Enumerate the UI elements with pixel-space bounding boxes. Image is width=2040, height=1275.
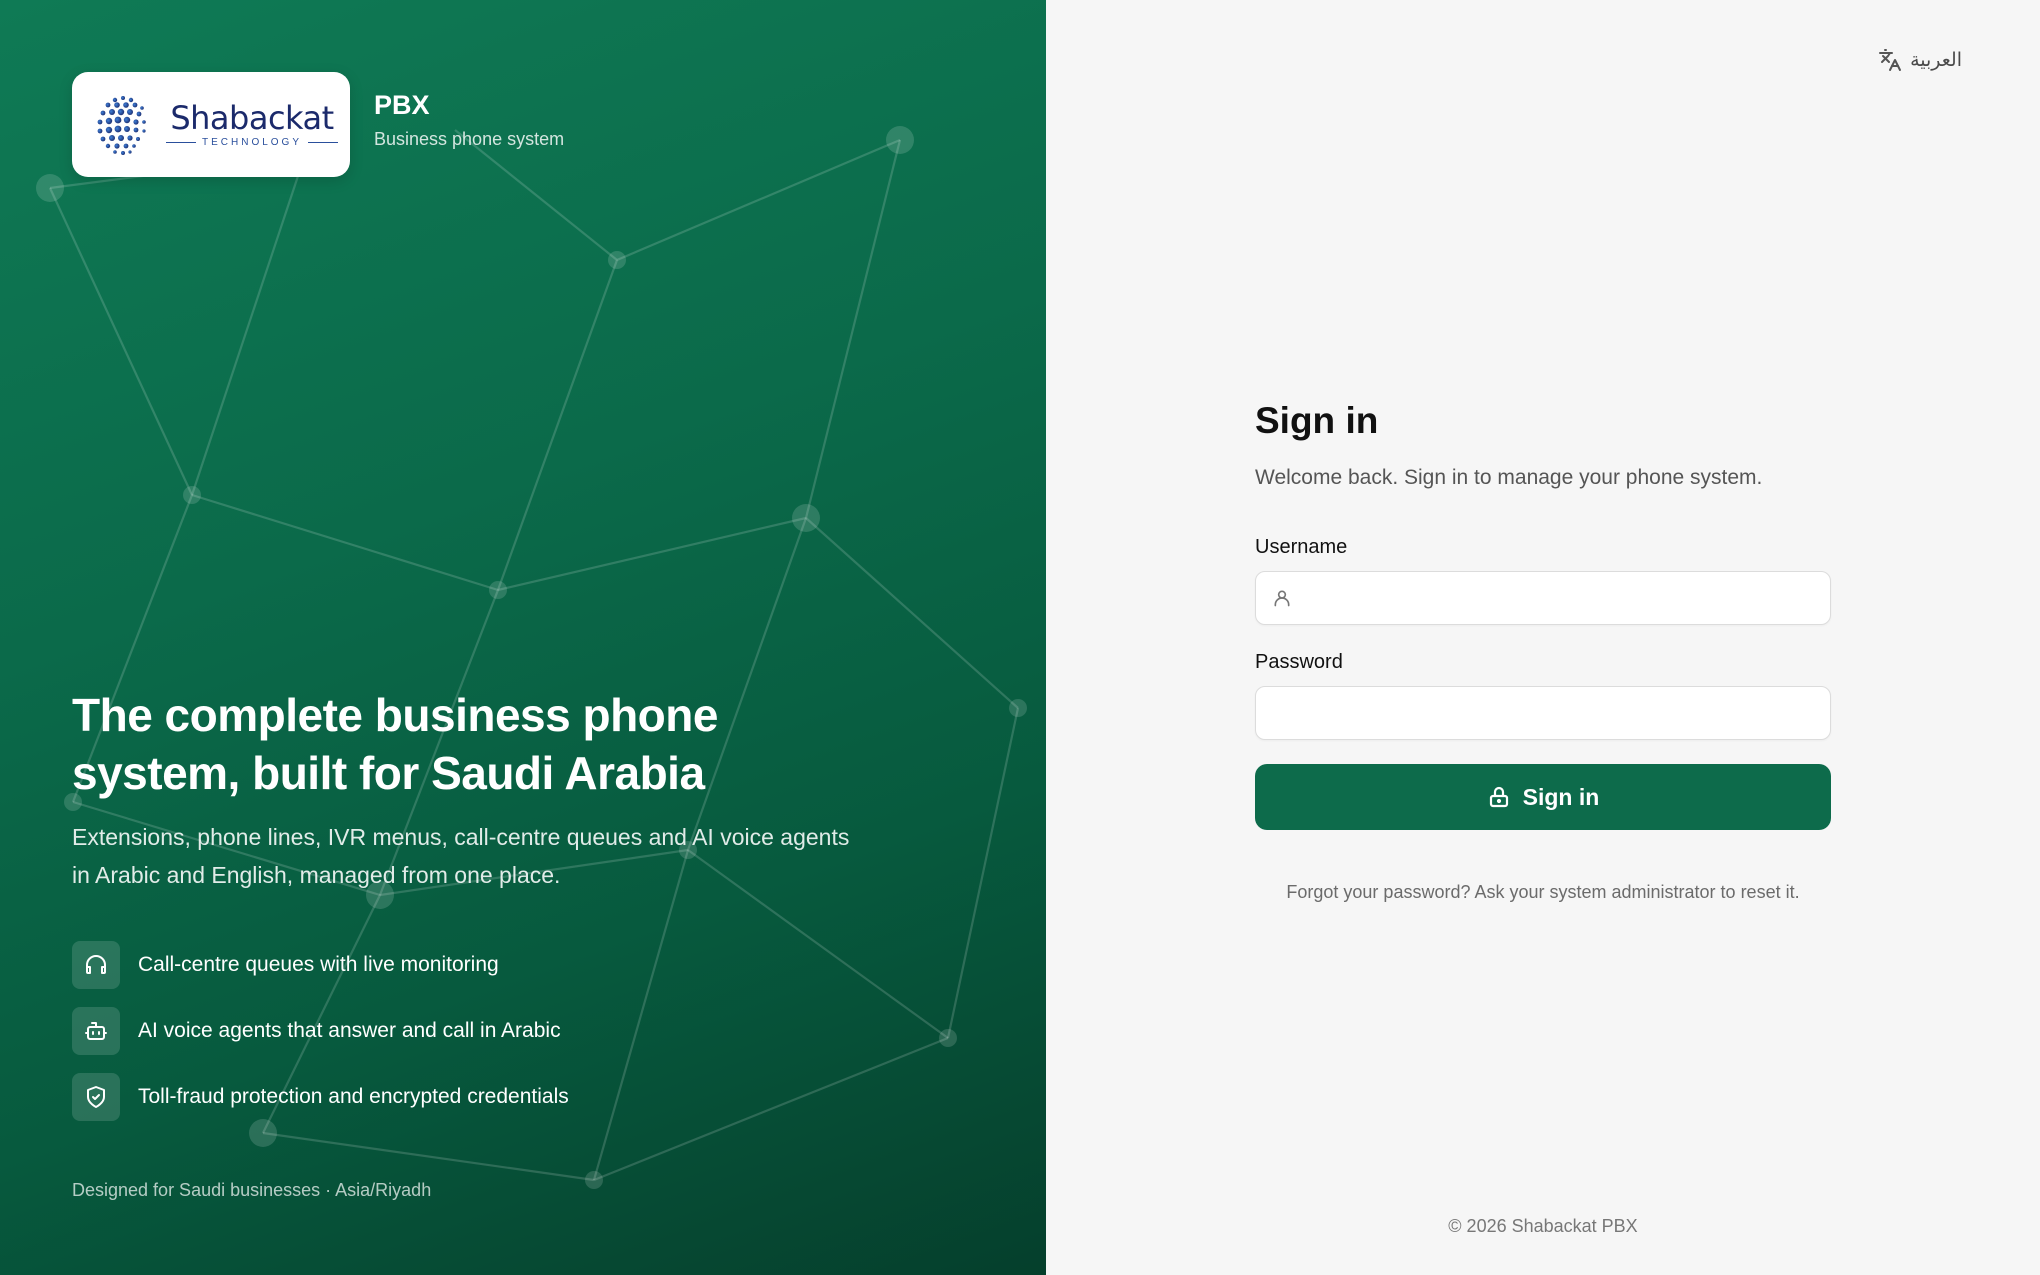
password-label: Password: [1255, 651, 1343, 673]
username-field: [1255, 571, 1831, 625]
logo-name: Shabackat: [170, 99, 334, 137]
password-input[interactable]: [1256, 687, 1830, 739]
sign-in-label: Sign in: [1522, 783, 1600, 810]
sign-in-button[interactable]: Sign in: [1255, 764, 1831, 830]
shield-check-icon: [72, 1073, 120, 1121]
hero-footer: Designed for Saudi businesses · Asia/Riy…: [72, 1180, 432, 1200]
hero-headline: The complete business phone system, buil…: [72, 689, 718, 799]
feature-label: Call-centre queues with live monitoring: [138, 953, 499, 976]
lock-icon: [1489, 786, 1508, 808]
language-label: العربية: [1910, 49, 1962, 71]
brand: Shabackat TECHNOLOGY PBX Business phone …: [72, 72, 564, 177]
copyright: © 2026 Shabackat PBX: [1448, 1216, 1638, 1236]
logo-subtitle: TECHNOLOGY: [160, 137, 344, 148]
form-subtitle: Welcome back. Sign in to manage your pho…: [1255, 466, 1763, 489]
product-tagline: Business phone system: [374, 128, 565, 149]
headphones-icon: [72, 941, 120, 989]
user-icon: [1272, 588, 1292, 608]
company-logo: Shabackat TECHNOLOGY: [72, 72, 350, 177]
forgot-password-note: Forgot your password? Ask your system ad…: [1286, 882, 1800, 902]
feature-list: Call-centre queues with live monitoring …: [72, 940, 569, 1138]
feature-label: Toll-fraud protection and encrypted cred…: [138, 1085, 569, 1108]
hero-subhead: Extensions, phone lines, IVR menus, call…: [72, 824, 850, 888]
feature-label: AI voice agents that answer and call in …: [138, 1019, 561, 1042]
feature-item: AI voice agents that answer and call in …: [72, 1006, 569, 1056]
username-label: Username: [1255, 536, 1348, 558]
auth-panel: العربية Sign in Welcome back. Sign in to…: [1046, 0, 2040, 1275]
globe-icon: [97, 95, 146, 155]
hero-panel: Shabackat TECHNOLOGY PBX Business phone …: [0, 0, 1046, 1275]
language-switch[interactable]: العربية: [1878, 48, 1962, 72]
password-field: [1255, 686, 1831, 740]
form-title: Sign in: [1255, 400, 1379, 441]
product-title: PBX: [374, 89, 430, 120]
sign-in-form: Sign in Welcome back. Sign in to manage …: [1255, 400, 1831, 903]
feature-item: Toll-fraud protection and encrypted cred…: [72, 1072, 569, 1122]
username-input[interactable]: [1292, 572, 1830, 624]
bot-icon: [72, 1007, 120, 1055]
feature-item: Call-centre queues with live monitoring: [72, 940, 569, 990]
translate-icon: [1879, 49, 1902, 71]
